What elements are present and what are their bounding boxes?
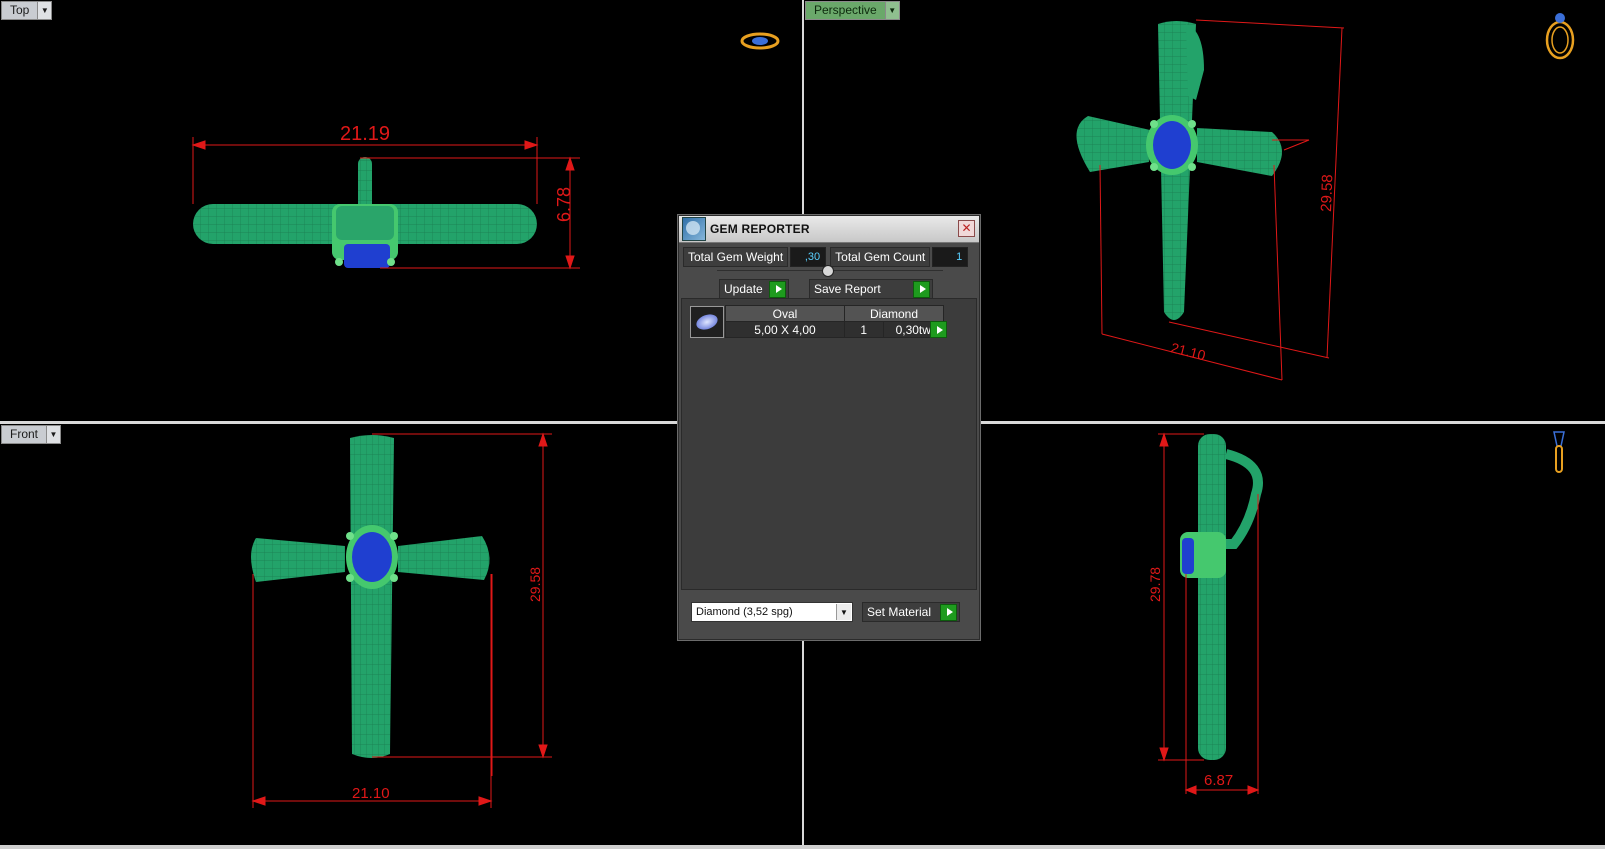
gem-material-header: Diamond [844, 305, 944, 322]
dimension-width-label: 21.19 [340, 123, 390, 145]
dimension-lines-perspective [1099, 19, 1345, 381]
save-report-label: Save Report [814, 282, 881, 296]
gem-reporter-panel: GEM REPORTER ✕ Total Gem Weight ,30 Tota… [678, 215, 980, 640]
dimension-height-label: 29.58 [1318, 174, 1336, 212]
gem-size-cell: 5,00 X 4,00 [725, 321, 845, 338]
ring-thumbnail-icon [740, 32, 780, 50]
dimension-lines-front [251, 432, 552, 808]
dimension-width-label: 21.10 [352, 785, 390, 802]
set-material-label: Set Material [867, 605, 932, 619]
gem-count-cell: 1 [844, 321, 884, 338]
dimension-width-label: 6.87 [1204, 772, 1233, 789]
total-weight-row: Total Gem Weight ,30 Total Gem Count 1 [683, 247, 969, 267]
chevron-down-icon[interactable]: ▼ [836, 604, 851, 620]
close-icon: ✕ [961, 221, 972, 235]
save-report-button[interactable]: Save Report [809, 279, 933, 299]
dimension-width-label: 21.10 [1169, 339, 1207, 363]
cross-top-view [193, 157, 537, 268]
play-icon [769, 280, 786, 298]
oval-gem-icon [690, 306, 724, 338]
play-icon [940, 603, 957, 621]
panel-splitter-handle[interactable] [822, 265, 834, 277]
total-gem-count-label: Total Gem Count [830, 247, 931, 267]
gem-shape-header: Oval [725, 305, 845, 322]
gem-reporter-app-icon [682, 217, 706, 241]
material-select[interactable]: Diamond (3,52 spg) ▼ [691, 602, 853, 622]
ring-perspective-icon [1545, 13, 1575, 60]
dimension-height-label: 29.58 [527, 567, 543, 602]
close-button[interactable]: ✕ [958, 220, 975, 237]
total-gem-weight-label: Total Gem Weight [683, 247, 789, 267]
actions-row: Update Save Report [719, 279, 933, 299]
cross-side-view [1180, 434, 1263, 760]
gem-list[interactable]: Oval Diamond 5,00 X 4,00 1 0,30tw [681, 298, 977, 590]
gem-table-header: Oval Diamond [725, 305, 944, 322]
dimension-height-label: 6.78 [554, 187, 574, 222]
material-select-value: Diamond (3,52 spg) [696, 606, 793, 618]
ring-side-icon [1553, 431, 1565, 473]
gem-row-play-button[interactable] [930, 321, 947, 338]
set-material-button[interactable]: Set Material [862, 602, 960, 622]
total-gem-weight-value: ,30 [790, 247, 827, 267]
dimension-height-label: 29.78 [1147, 567, 1163, 602]
gem-table: Oval Diamond 5,00 X 4,00 1 0,30tw [725, 305, 944, 338]
play-icon [913, 280, 930, 298]
total-gem-count-value: 1 [932, 247, 969, 267]
table-row[interactable]: 5,00 X 4,00 1 0,30tw [725, 321, 944, 338]
update-label: Update [724, 282, 763, 296]
cross-perspective-view [1076, 21, 1282, 320]
panel-title-bar[interactable]: GEM REPORTER ✕ [679, 216, 979, 243]
panel-title: GEM REPORTER [710, 222, 810, 236]
status-strip [0, 845, 1605, 849]
cross-front-view [251, 435, 490, 758]
update-button[interactable]: Update [719, 279, 789, 299]
